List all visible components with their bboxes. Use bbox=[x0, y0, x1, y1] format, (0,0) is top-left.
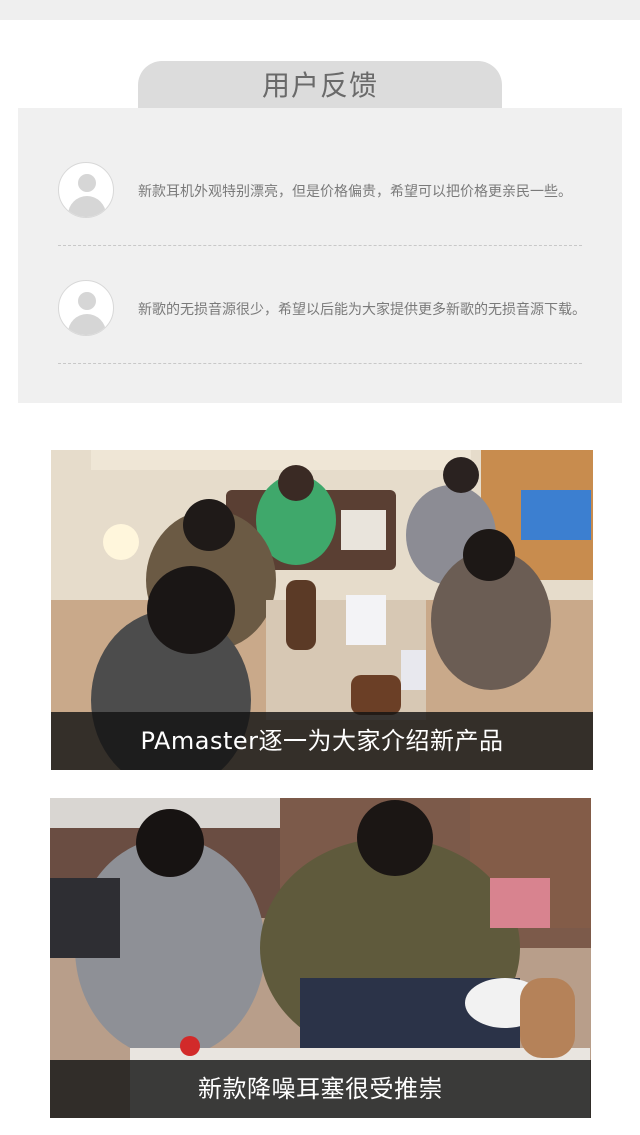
top-band bbox=[0, 0, 640, 20]
feedback-section-title: 用户反馈 bbox=[138, 61, 502, 109]
feedback-item: 新歌的无损音源很少，希望以后能为大家提供更多新歌的无损音源下载。 bbox=[58, 260, 586, 364]
photo-caption: PAmaster逐一为大家介绍新产品 bbox=[51, 712, 593, 770]
event-photo-product-intro: PAmaster逐一为大家介绍新产品 bbox=[51, 450, 593, 770]
user-avatar-icon bbox=[58, 280, 114, 336]
user-avatar-icon bbox=[58, 162, 114, 218]
feedback-text: 新款耳机外观特别漂亮，但是价格偏贵，希望可以把价格更亲民一些。 bbox=[138, 184, 572, 200]
event-photo-noise-cancel: 新款降噪耳塞很受推崇 bbox=[50, 798, 591, 1118]
feedback-text: 新歌的无损音源很少，希望以后能为大家提供更多新歌的无损音源下载。 bbox=[138, 302, 586, 318]
feedback-panel: 新款耳机外观特别漂亮，但是价格偏贵，希望可以把价格更亲民一些。 新歌的无损音源很… bbox=[18, 108, 622, 403]
feedback-item: 新款耳机外观特别漂亮，但是价格偏贵，希望可以把价格更亲民一些。 bbox=[58, 142, 582, 246]
photo-caption: 新款降噪耳塞很受推崇 bbox=[50, 1060, 591, 1118]
